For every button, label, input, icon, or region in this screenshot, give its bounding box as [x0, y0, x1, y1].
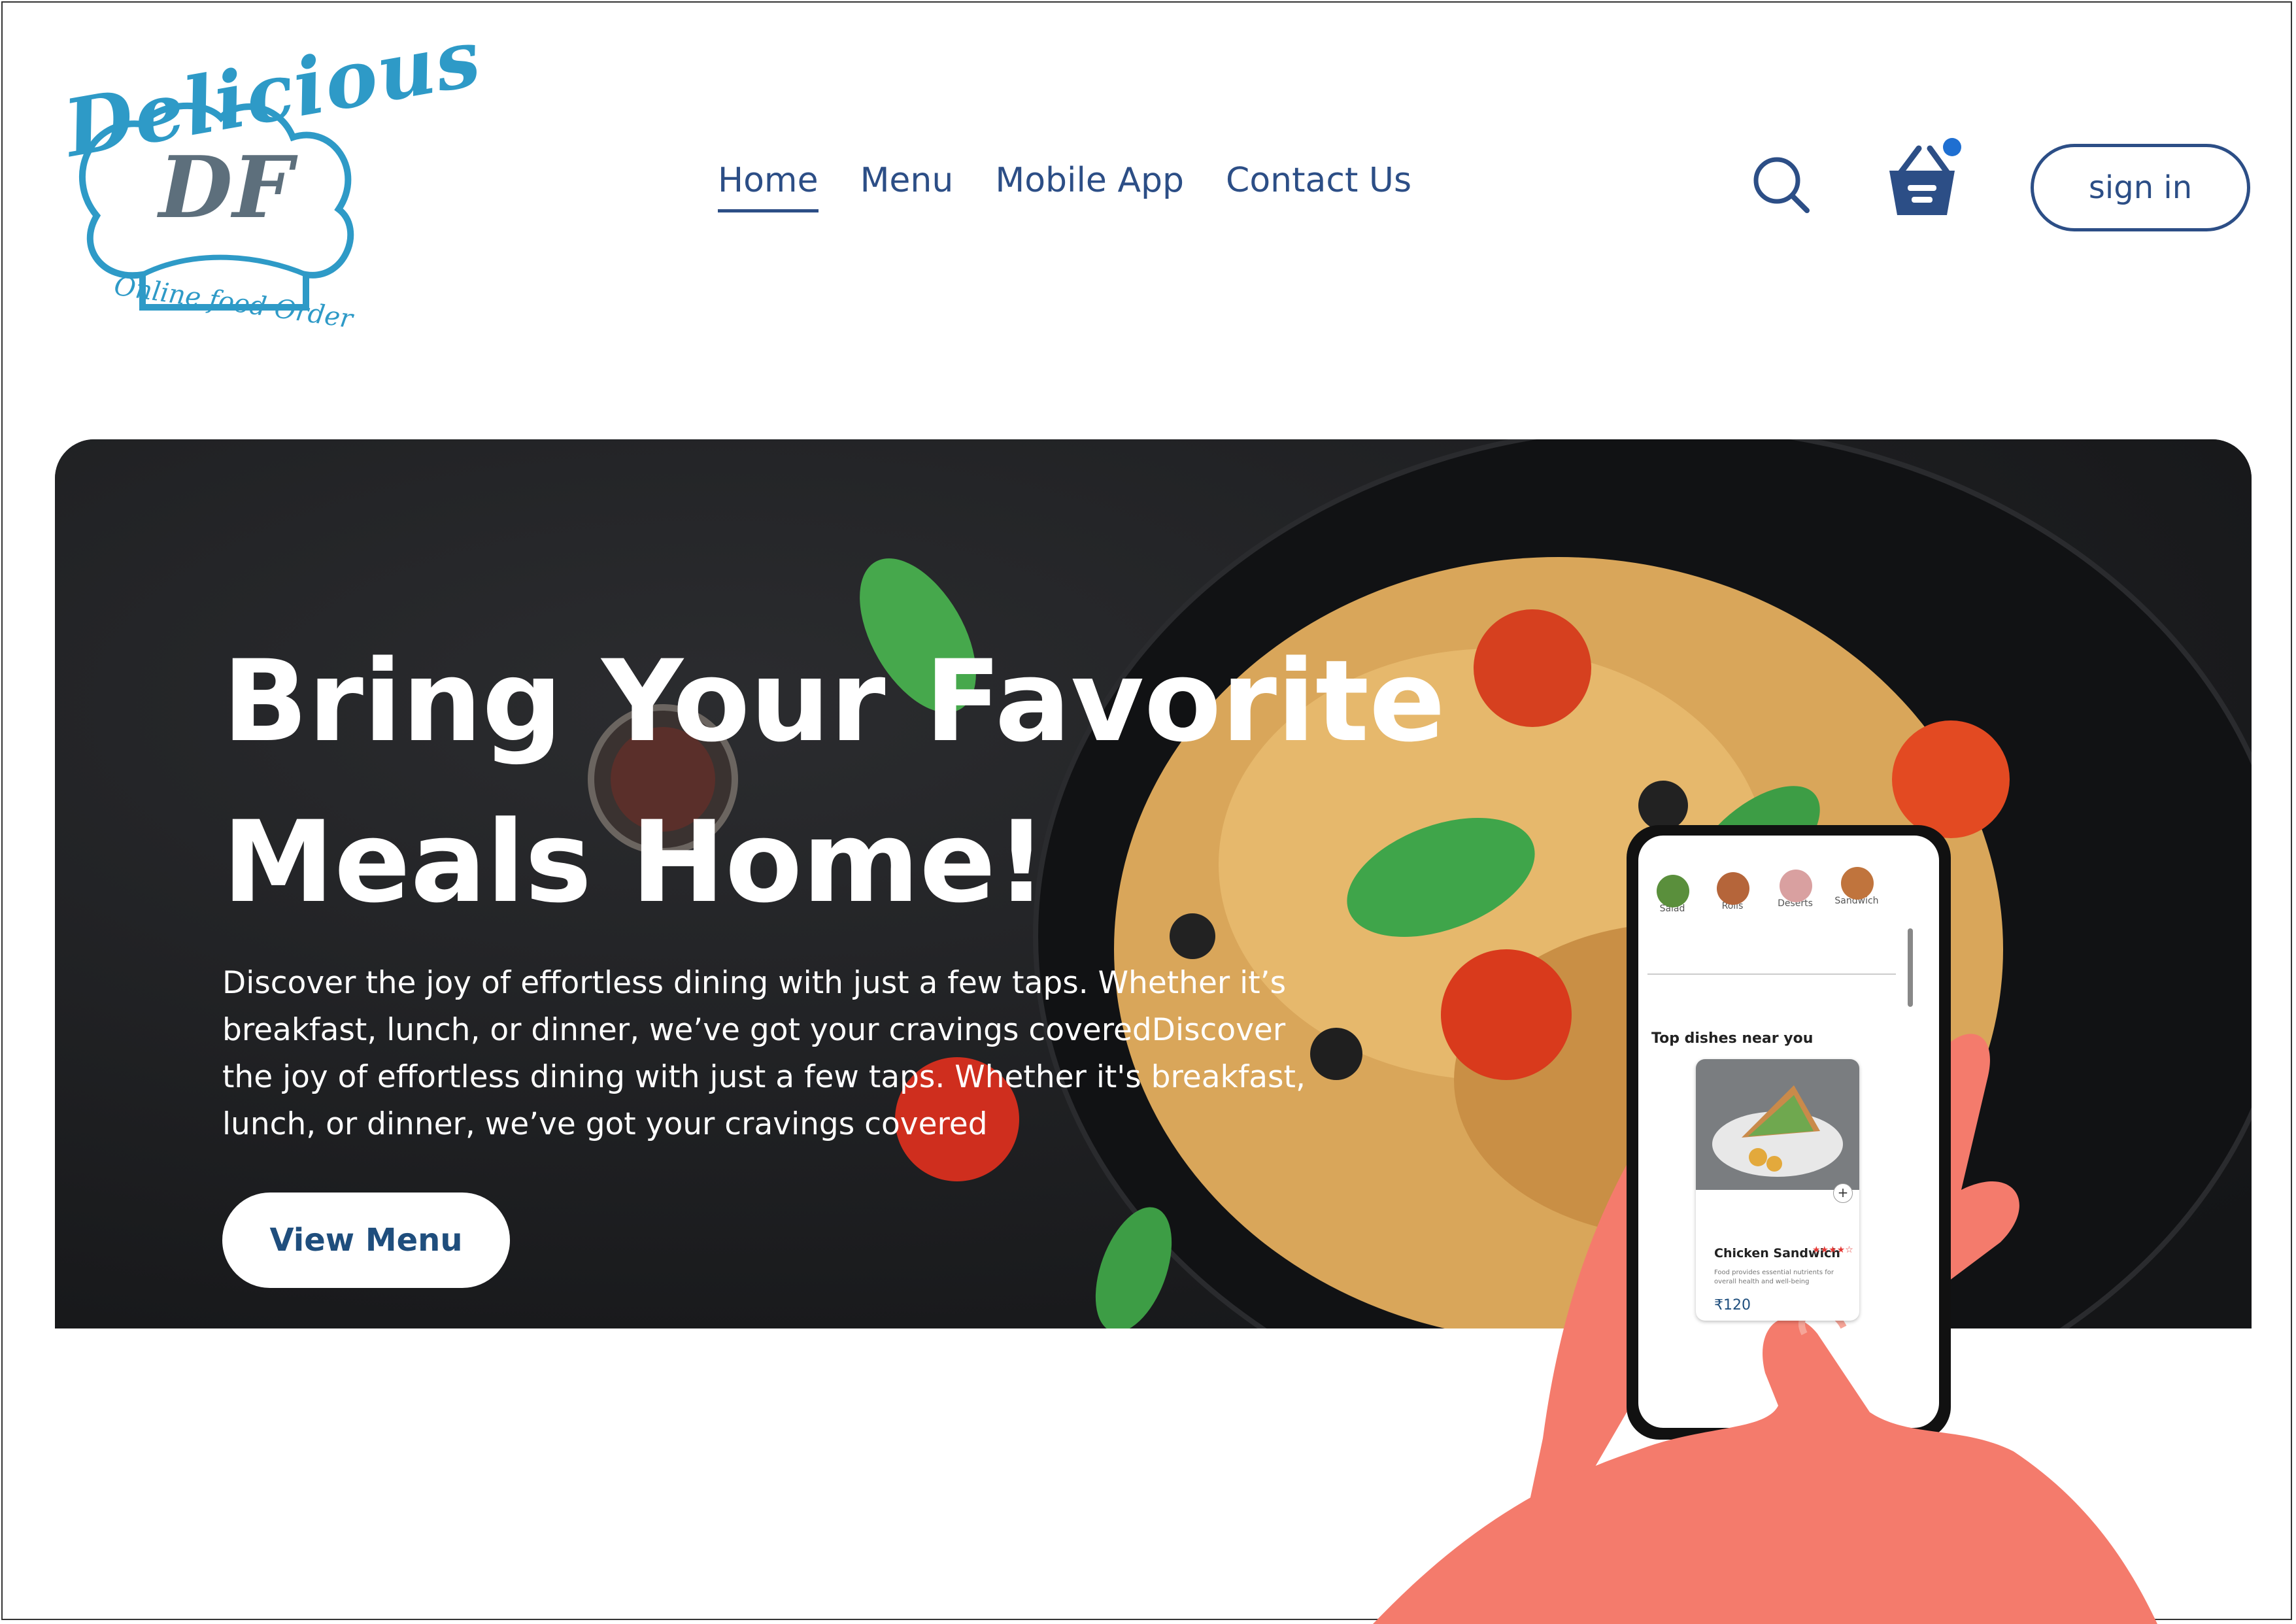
category-rolls: Rolls — [1706, 872, 1759, 911]
phone-app-preview: Salad Rolls Deserts Sandwich Top dishes … — [1641, 843, 1929, 1406]
category-sandwich: Sandwich — [1831, 867, 1883, 906]
category-salad: Salad — [1646, 875, 1698, 914]
dish-price: ₹120 — [1714, 1297, 1751, 1313]
add-dish-button[interactable]: + — [1833, 1183, 1853, 1203]
top-dishes-title: Top dishes near you — [1651, 1030, 1814, 1047]
dish-rating: ★★★★☆ — [1812, 1245, 1853, 1255]
desserts-icon — [1780, 870, 1812, 902]
hand-phone-illustration — [1373, 825, 2157, 1624]
rolls-icon — [1717, 872, 1749, 905]
category-deserts: Deserts — [1769, 870, 1821, 909]
sandwich-photo — [1696, 1059, 1859, 1190]
dish-description: Food provides essential nutrients for ov… — [1714, 1269, 1834, 1285]
sandwich-icon — [1841, 867, 1874, 900]
salad-icon — [1657, 875, 1689, 907]
